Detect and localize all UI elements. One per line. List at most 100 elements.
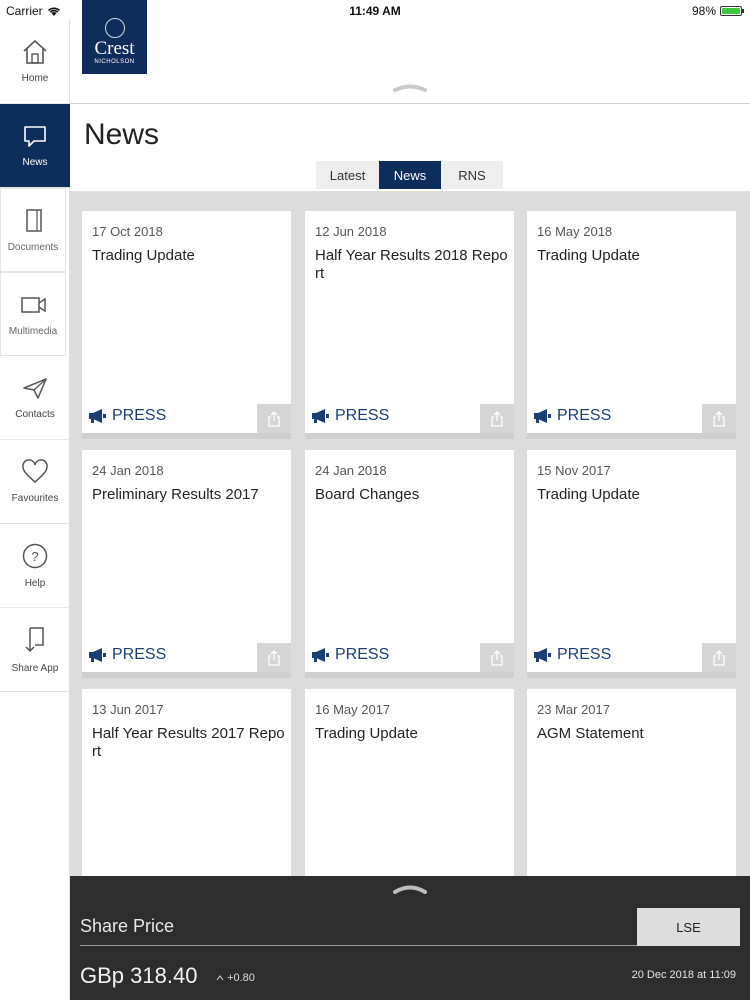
- sidebar-item-home[interactable]: Home: [0, 20, 70, 104]
- paper-plane-icon: [23, 378, 47, 399]
- share-button[interactable]: [257, 643, 291, 672]
- megaphone-icon: [312, 648, 329, 662]
- press-tag: PRESS: [88, 646, 166, 664]
- video-icon: [21, 296, 46, 313]
- news-card[interactable]: 12 Jun 2018 Half Year Results 2018 Repor…: [305, 211, 514, 439]
- press-label: PRESS: [335, 646, 390, 663]
- share-price-change: +0.80: [216, 972, 255, 984]
- sidebar-item-label: News: [22, 157, 48, 168]
- battery-status: 98%: [691, 4, 744, 18]
- sidebar: Home News Documents Multimedia Contacts …: [0, 20, 70, 1000]
- card-title: Half Year Results 2017 Report: [92, 725, 285, 760]
- sidebar-item-label: Help: [24, 578, 46, 589]
- news-card[interactable]: 24 Jan 2018 Preliminary Results 2017 PRE…: [82, 450, 291, 678]
- card-date: 24 Jan 2018: [315, 463, 387, 478]
- exchange-button[interactable]: LSE: [637, 908, 740, 946]
- share-icon: [491, 649, 503, 666]
- sidebar-item-news[interactable]: News: [0, 104, 70, 188]
- card-title: Preliminary Results 2017: [92, 486, 259, 503]
- up-caret-icon: [216, 975, 224, 981]
- card-date: 16 May 2018: [537, 224, 613, 239]
- share-icon: [713, 649, 725, 666]
- sidebar-item-label: Home: [21, 73, 49, 84]
- collapse-handle-icon[interactable]: [393, 84, 427, 92]
- card-date: 17 Oct 2018: [92, 224, 163, 239]
- sidebar-item-label: Favourites: [11, 493, 59, 504]
- press-label: PRESS: [112, 407, 167, 424]
- card-date: 16 May 2017: [315, 702, 391, 717]
- card-title: Trading Update: [537, 247, 640, 264]
- expand-handle-icon[interactable]: [393, 884, 427, 894]
- press-tag: PRESS: [533, 407, 611, 425]
- press-tag: PRESS: [533, 646, 611, 664]
- document-icon: [26, 208, 42, 232]
- tab-bar: Latest News RNS: [316, 161, 503, 189]
- crest-seal-icon: [104, 18, 125, 38]
- card-title: Board Changes: [315, 486, 420, 503]
- megaphone-icon: [534, 648, 551, 662]
- svg-text:?: ?: [31, 549, 38, 564]
- brand-name: Crest: [94, 38, 135, 59]
- sidebar-item-label: Multimedia: [8, 325, 58, 337]
- press-label: PRESS: [335, 407, 390, 424]
- share-price-divider: [80, 945, 638, 946]
- help-icon: ?: [22, 543, 48, 569]
- sidebar-item-multimedia[interactable]: Multimedia: [0, 272, 66, 356]
- sidebar-item-share-app[interactable]: Share App: [0, 608, 70, 692]
- brand-sub: NICHOLSON: [94, 59, 135, 65]
- news-card[interactable]: 15 Nov 2017 Trading Update PRESS: [527, 450, 736, 678]
- tab-latest[interactable]: Latest: [316, 161, 379, 189]
- brand-logo[interactable]: Crest NICHOLSON: [82, 0, 147, 74]
- card-title: Trading Update: [315, 725, 418, 742]
- page-title: News: [84, 118, 160, 151]
- tab-rns[interactable]: RNS: [441, 161, 503, 189]
- sidebar-item-contacts[interactable]: Contacts: [0, 356, 70, 440]
- card-date: 15 Nov 2017: [537, 463, 611, 478]
- share-button[interactable]: [702, 643, 736, 672]
- press-tag: PRESS: [311, 407, 389, 425]
- share-price-label: Share Price: [80, 916, 175, 936]
- share-icon: [713, 410, 725, 427]
- card-title: Trading Update: [92, 247, 195, 264]
- chat-bubble-icon: [24, 126, 46, 147]
- megaphone-icon: [312, 409, 329, 423]
- sidebar-item-help[interactable]: ? Help: [0, 524, 70, 608]
- press-label: PRESS: [112, 646, 167, 663]
- share-button[interactable]: [257, 404, 291, 433]
- sidebar-item-label: Contacts: [15, 409, 55, 420]
- card-title: Trading Update: [537, 486, 640, 503]
- card-date: 23 Mar 2017: [537, 702, 610, 717]
- share-button[interactable]: [480, 643, 514, 672]
- sidebar-item-documents[interactable]: Documents: [0, 188, 66, 272]
- news-card[interactable]: 16 May 2018 Trading Update PRESS: [527, 211, 736, 439]
- header-divider: [70, 103, 750, 104]
- card-date: 12 Jun 2018: [315, 224, 387, 239]
- card-date: 13 Jun 2017: [92, 702, 164, 717]
- sidebar-item-label: Documents: [7, 241, 59, 253]
- news-card[interactable]: 24 Jan 2018 Board Changes PRESS: [305, 450, 514, 678]
- news-card[interactable]: 17 Oct 2018 Trading Update PRESS: [82, 211, 291, 439]
- battery-percent: 98%: [691, 4, 716, 18]
- press-label: PRESS: [557, 646, 612, 663]
- sidebar-item-label: Share App: [11, 663, 59, 674]
- megaphone-icon: [89, 648, 106, 662]
- home-icon: [23, 39, 47, 64]
- share-price-panel: Share Price LSE GBp 318.40 +0.80 20 Dec …: [70, 876, 750, 1000]
- share-price-timestamp: 20 Dec 2018 at 11:09: [631, 969, 736, 981]
- battery-icon: [720, 6, 744, 16]
- share-icon: [268, 410, 280, 427]
- share-icon: [491, 410, 503, 427]
- share-app-icon: [25, 627, 44, 653]
- tab-news[interactable]: News: [379, 161, 441, 189]
- news-grid: 17 Oct 2018 Trading Update PRESS 12 Jun …: [70, 191, 750, 917]
- press-tag: PRESS: [311, 646, 389, 664]
- megaphone-icon: [89, 409, 106, 423]
- press-tag: PRESS: [88, 407, 166, 425]
- card-title: Half Year Results 2018 Report: [315, 247, 508, 282]
- card-date: 24 Jan 2018: [92, 463, 164, 478]
- share-button[interactable]: [480, 404, 514, 433]
- sidebar-item-favourites[interactable]: Favourites: [0, 440, 70, 524]
- share-button[interactable]: [702, 404, 736, 433]
- change-value: +0.80: [227, 972, 255, 984]
- megaphone-icon: [534, 409, 551, 423]
